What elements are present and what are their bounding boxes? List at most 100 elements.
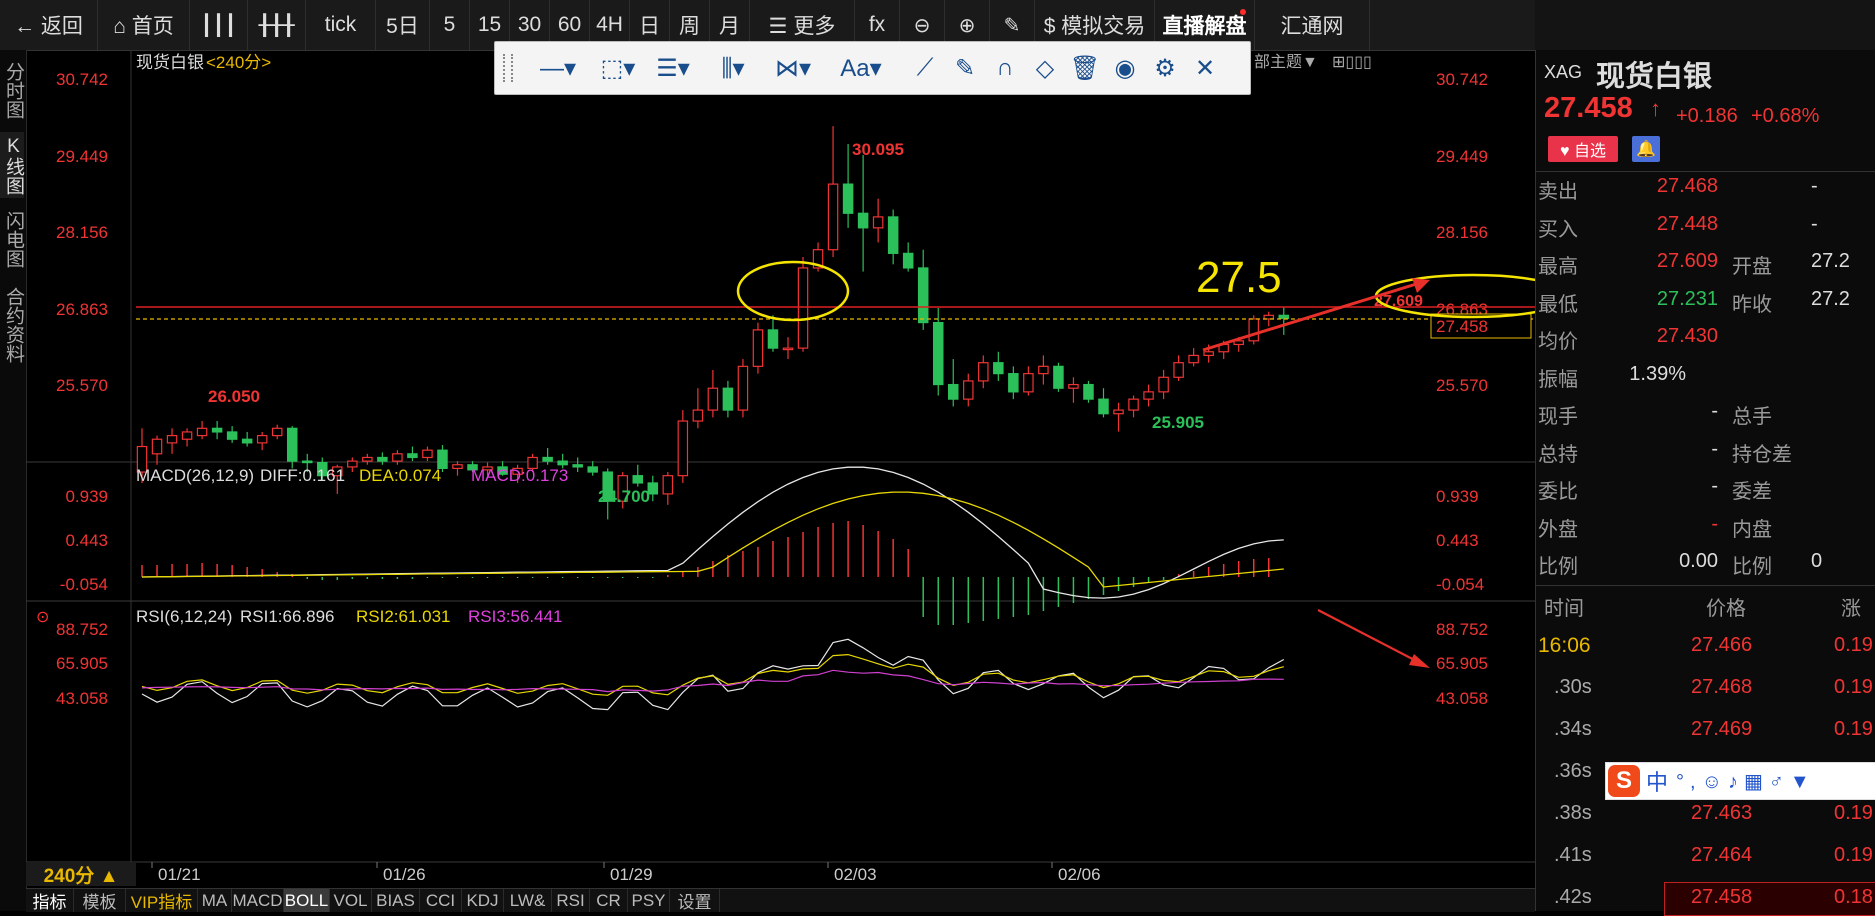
- kline-chart-area[interactable]: 30.742 30.742 29.449 29.449 28.156 28.156 26.8…: [26, 50, 1535, 888]
- left-tab-1[interactable]: K线图: [0, 132, 24, 198]
- candle: [452, 461, 463, 476]
- period-button[interactable]: 240分 ▲: [26, 862, 136, 887]
- macd-tick-left: 0.939: [65, 487, 108, 506]
- fib-tool-icon[interactable]: ☰▾: [645, 42, 701, 94]
- period-tool-icon[interactable]: ⫼▾: [705, 42, 761, 94]
- trash-icon[interactable]: 🗑: [1065, 42, 1105, 94]
- indicator-tab[interactable]: CCI: [420, 889, 462, 912]
- indicator-tab[interactable]: LW&: [504, 889, 552, 912]
- favorite-button[interactable]: ♥ 自选: [1548, 136, 1618, 162]
- eye-icon[interactable]: ◉: [1105, 42, 1145, 94]
- toolbar-item-label: 15: [477, 13, 502, 36]
- candle-body: [542, 456, 553, 462]
- toolbar-item-1[interactable]: ⌂ 首页: [98, 0, 190, 50]
- eraser-icon[interactable]: ◇: [1025, 42, 1065, 94]
- toolbar-item-2[interactable]: ┃┃┃: [190, 0, 248, 50]
- macd-tick-left: -0.054: [60, 575, 108, 594]
- text-tool-icon[interactable]: Aa▾: [830, 42, 892, 94]
- candle-body: [1203, 351, 1214, 357]
- bar-chart-icon: ┃┃┃: [200, 14, 237, 37]
- candle-body: [226, 431, 238, 440]
- candle: [917, 249, 929, 330]
- indicator-tab[interactable]: 设置: [670, 889, 720, 912]
- gear-icon[interactable]: ⚙: [1145, 42, 1185, 94]
- left-tab-3[interactable]: 合约资料: [0, 280, 24, 370]
- candle: [932, 308, 944, 396]
- tick-time: .42s: [1554, 886, 1592, 908]
- line-tool-icon[interactable]: —▾: [530, 42, 586, 94]
- rsi-tick-left: 65.905: [56, 654, 108, 673]
- toolbar-right-area: [1535, 0, 1875, 51]
- candle-body: [211, 427, 223, 433]
- annot-start-high: 26.050: [208, 387, 260, 406]
- drawn-arrow[interactable]: [1317, 609, 1427, 667]
- candle: [196, 421, 208, 440]
- candle: [963, 373, 974, 407]
- candle-body: [1098, 398, 1109, 415]
- close-icon[interactable]: ✕: [1185, 42, 1225, 94]
- toolbar-item-0[interactable]: ← 返回: [0, 0, 98, 50]
- candle-body: [557, 460, 568, 466]
- quote-row-value2: 27.2: [1811, 287, 1850, 310]
- layout-icons[interactable]: ⊞▯▯▯: [1332, 54, 1372, 71]
- indicator-tab[interactable]: VOL: [330, 889, 372, 912]
- rect-tool-icon[interactable]: ⬚▾: [590, 42, 646, 94]
- candle-body: [1173, 362, 1184, 378]
- drawn-ellipse[interactable]: [736, 260, 850, 322]
- ime-toolbar[interactable]: S 中 °,☺♪▦♂▼: [1605, 762, 1875, 800]
- drawing-toolbar: —▾ ⬚▾ ☰▾ ⫼▾ ⋈▾ ⟋ ✎ ∩ ◇ 🗑 ◉ ⚙ ✕ Aa▾: [494, 41, 1251, 95]
- left-tab-2[interactable]: 闪电图: [0, 200, 24, 278]
- candle: [993, 351, 1004, 381]
- quote-row-value: 27.609: [1656, 250, 1718, 272]
- indicator-tab[interactable]: RSI: [552, 889, 590, 912]
- indicator-tab[interactable]: BIAS: [372, 889, 420, 912]
- candle: [587, 461, 598, 476]
- toolbar-item-3[interactable]: ╂╂╂: [248, 0, 306, 50]
- indicator-tab[interactable]: 模板: [74, 889, 126, 912]
- candles: [136, 126, 1290, 520]
- big-annotation-text[interactable]: 27.5: [1196, 253, 1282, 302]
- indicator-tab[interactable]: PSY: [628, 889, 670, 912]
- indicator-tab[interactable]: 指标: [26, 889, 74, 912]
- price-tick-right: 30.742: [1436, 70, 1488, 89]
- toolbar-item-label: 5日: [386, 15, 419, 38]
- toolbar-item-5[interactable]: 5日: [376, 0, 430, 50]
- bell-icon[interactable]: 🔔: [1632, 136, 1660, 162]
- tick-time: .34s: [1554, 718, 1592, 740]
- indicator-tab-bar: 指标 模板 VIP指标 MA MACD BOLL VOL BIAS CCI KDJ LW& RSI CR…: [26, 888, 1535, 912]
- candle-body: [782, 347, 794, 351]
- left-tab-0[interactable]: 分时图: [0, 50, 24, 130]
- candle-body: [692, 409, 704, 422]
- indicator-tab[interactable]: CR: [590, 889, 628, 912]
- indicator-tab[interactable]: MACD: [232, 889, 284, 912]
- indicator-tab[interactable]: MA: [198, 889, 232, 912]
- toolbar-item-4[interactable]: tick: [306, 0, 376, 50]
- candle-body: [286, 427, 298, 462]
- quote-row-label2: 总手: [1732, 406, 1772, 428]
- indicator-tab[interactable]: BOLL: [284, 889, 330, 912]
- settings-dot-icon[interactable]: ⊙: [36, 609, 49, 626]
- macd-dea: DEA:0.074: [359, 466, 441, 485]
- candle: [947, 359, 959, 407]
- text-tool-icon[interactable]: [495, 42, 535, 94]
- candle: [662, 472, 674, 505]
- candle-body: [1188, 354, 1199, 364]
- magnet-icon[interactable]: ∩: [985, 42, 1025, 94]
- pattern-tool-icon[interactable]: ⋈▾: [765, 42, 821, 94]
- indicator-tab[interactable]: VIP指标: [126, 889, 198, 912]
- candle: [1083, 380, 1094, 403]
- indicator-tab[interactable]: KDJ: [462, 889, 504, 912]
- ruler-icon[interactable]: ⟋: [905, 42, 945, 94]
- tick-price: 27.466: [1691, 634, 1753, 656]
- theme-selector[interactable]: 部主题▼: [1254, 53, 1318, 71]
- candle: [1068, 377, 1079, 403]
- last-price: 27.458: [1544, 92, 1633, 124]
- date-tick: 01/26: [383, 865, 426, 884]
- candle: [707, 369, 719, 418]
- candle: [767, 315, 779, 352]
- rsi-tick-right: 65.905: [1436, 654, 1488, 673]
- toolbar-item-21[interactable]: 汇通网: [1255, 0, 1370, 50]
- toolbar-item-label: 60: [557, 13, 582, 36]
- toolbar-item-6[interactable]: 5: [430, 0, 470, 50]
- brush-icon[interactable]: ✎: [945, 42, 985, 94]
